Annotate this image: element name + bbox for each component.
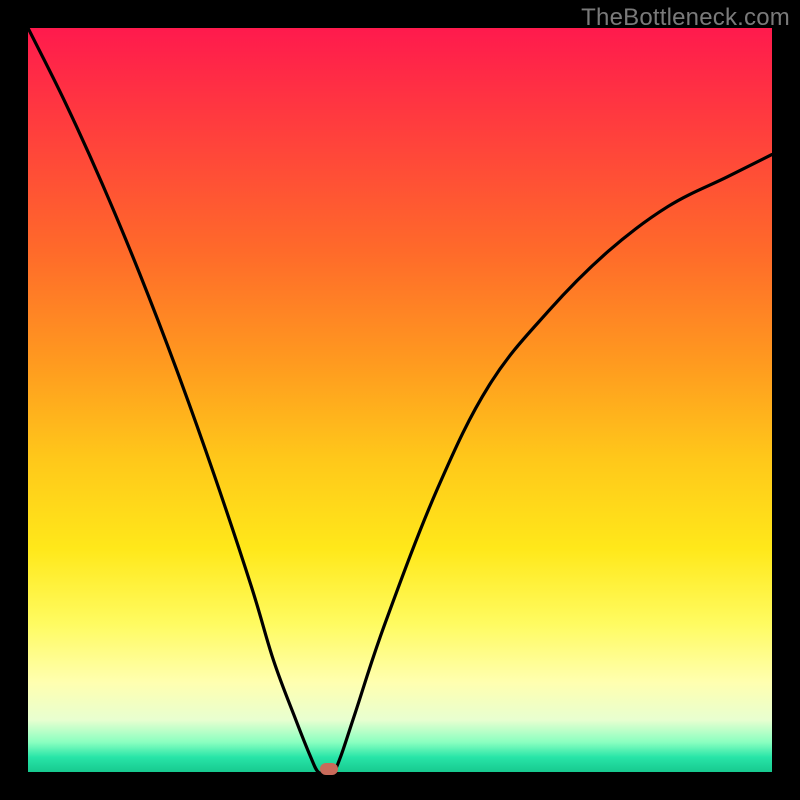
plot-area: [28, 28, 772, 772]
bottleneck-curve: [28, 28, 772, 772]
watermark-text: TheBottleneck.com: [581, 4, 790, 32]
chart-frame: TheBottleneck.com: [0, 0, 800, 800]
minimum-marker: [320, 763, 338, 775]
